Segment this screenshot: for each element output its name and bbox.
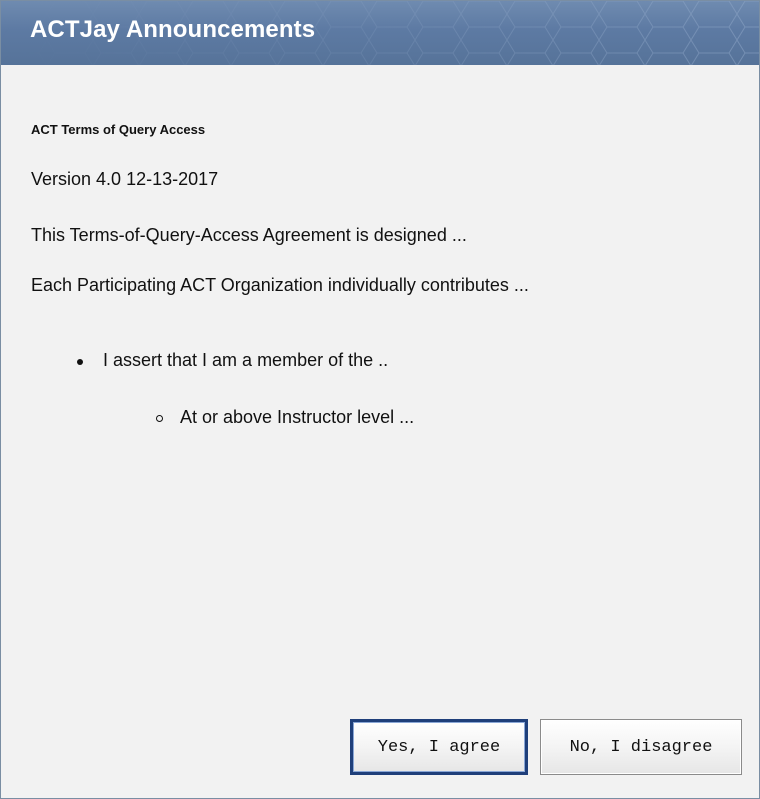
agree-button[interactable]: Yes, I agree bbox=[350, 719, 528, 775]
list-item-text: I assert that I am a member of the .. bbox=[103, 350, 389, 370]
bullet-circle-icon bbox=[156, 415, 163, 422]
dialog-titlebar[interactable]: ACTJay Announcements bbox=[1, 1, 759, 65]
announcement-dialog: ACTJay Announcements ACT Terms of Query … bbox=[0, 0, 760, 799]
version-text: Version 4.0 12-13-2017 bbox=[31, 169, 219, 189]
terms-heading: ACT Terms of Query Access bbox=[31, 122, 206, 137]
organization-paragraph: Each Participating ACT Organization indi… bbox=[31, 275, 529, 295]
agreement-paragraph: This Terms-of-Query-Access Agreement is … bbox=[31, 225, 467, 245]
sub-list-item-text: At or above Instructor level ... bbox=[180, 407, 415, 427]
dialog-title: ACTJay Announcements bbox=[30, 16, 316, 43]
disagree-button[interactable]: No, I disagree bbox=[540, 719, 742, 775]
bullet-disc-icon bbox=[77, 359, 83, 365]
